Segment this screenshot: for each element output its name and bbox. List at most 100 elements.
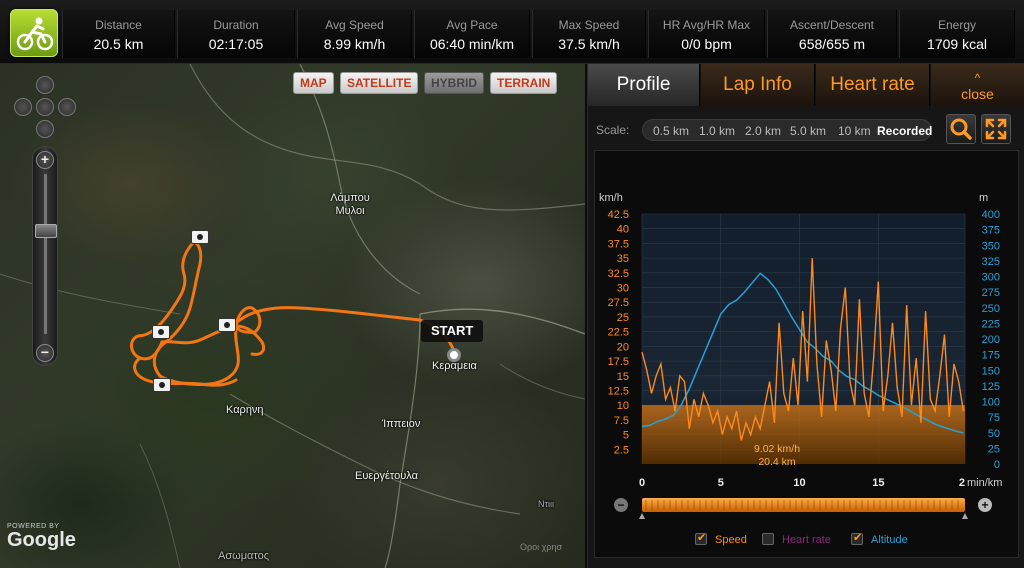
pan-up-icon[interactable]: [36, 76, 54, 94]
map-type-map-button[interactable]: MAP: [293, 72, 334, 94]
stat-distance: Distance 20.5 km: [62, 10, 175, 58]
stat-label: Ascent/Descent: [789, 18, 875, 32]
range-slider[interactable]: [642, 498, 965, 512]
map-type-terrain-button[interactable]: TERRAIN: [490, 72, 558, 94]
stat-value: 02:17:05: [208, 36, 264, 52]
checkbox-altitude[interactable]: [851, 531, 863, 545]
y-tick-label-left: 22.5: [608, 327, 629, 339]
cycling-icon[interactable]: [10, 9, 58, 57]
checkbox-heart-rate[interactable]: [762, 533, 774, 545]
y-tick-label-left: 40: [617, 224, 629, 236]
zoom-rail[interactable]: [44, 174, 47, 334]
zoom-thumb[interactable]: [35, 224, 57, 238]
y-tick-label-right: 225: [982, 318, 1000, 330]
left-axis-unit: km/h: [599, 192, 623, 204]
place-label: Ευεργέτουλα: [355, 470, 418, 482]
y-tick-label-right: 275: [982, 287, 1000, 299]
y-tick-label-right: 350: [982, 240, 1000, 252]
y-tick-label-left: 32.5: [608, 268, 629, 280]
fullscreen-button[interactable]: [981, 114, 1011, 144]
stat-heart-rate: HR Avg/HR Max 0/0 bpm: [648, 10, 765, 58]
y-tick-label-left: 25: [617, 312, 629, 324]
pan-right-icon[interactable]: [58, 98, 76, 116]
stat-value: 8.99 km/h: [323, 36, 386, 52]
profile-chart[interactable]: km/h m 42.5 40 37.5 35 32.5 30 27.5 25 22.5 20 17.…: [594, 150, 1019, 558]
right-axis-unit: m: [979, 192, 988, 204]
y-tick-label-left: 15: [617, 371, 629, 383]
y-tick-label-right: 125: [982, 381, 1000, 393]
legend-heart-rate[interactable]: Heart rate: [762, 533, 831, 546]
y-tick-label-left: 10: [617, 400, 629, 412]
place-label: Ίππειον: [382, 418, 421, 430]
stat-ascent-descent: Ascent/Descent 658/655 m: [767, 10, 897, 58]
x-tick-label: 2: [959, 477, 965, 489]
scale-option-0-5km[interactable]: 0.5 km: [653, 124, 689, 138]
place-label: Καρηνη: [226, 404, 264, 416]
stat-label: Duration: [213, 18, 259, 32]
scale-option-recorded[interactable]: Recorded: [877, 124, 932, 138]
panel-tabs: Profile Lap Info Heart rate ^ close: [588, 64, 1024, 106]
tab-lap-info[interactable]: Lap Info: [701, 64, 815, 106]
map-terms-link[interactable]: Οροι χρησ: [520, 542, 562, 552]
start-marker-icon[interactable]: [447, 348, 461, 362]
photo-marker-icon[interactable]: [218, 318, 236, 332]
y-tick-label-left: 37.5: [608, 238, 629, 250]
scale-option-2km[interactable]: 2.0 km: [745, 124, 781, 138]
stat-label: Distance: [95, 18, 142, 32]
y-tick-label-left: 2.5: [614, 444, 629, 456]
checkbox-speed[interactable]: [695, 531, 707, 545]
close-label: close: [961, 86, 994, 102]
pan-down-icon[interactable]: [36, 120, 54, 138]
photo-marker-icon[interactable]: [153, 378, 171, 392]
stat-value: 37.5 km/h: [558, 36, 620, 52]
photo-marker-icon[interactable]: [191, 230, 209, 244]
scale-option-5km[interactable]: 5.0 km: [790, 124, 826, 138]
stat-value: 06:40 min/km: [429, 36, 515, 52]
minus-glyph: −: [617, 498, 624, 512]
y-tick-label-right: 175: [982, 350, 1000, 362]
scale-option-10km[interactable]: 10 km: [838, 124, 871, 138]
y-tick-label-right: 50: [988, 428, 1000, 440]
y-tick-label-right: 0: [994, 459, 1000, 471]
map-type-hybrid-button[interactable]: HYBRID: [424, 72, 485, 94]
expand-icon: [985, 118, 1007, 140]
legend-altitude[interactable]: Altitude: [851, 531, 908, 546]
pan-left-icon[interactable]: [14, 98, 32, 116]
photo-marker-icon[interactable]: [152, 325, 170, 339]
stat-value: 1709 kcal: [927, 36, 987, 52]
profile-panel: Profile Lap Info Heart rate ^ close Scal…: [587, 64, 1024, 568]
scale-option-1km[interactable]: 1.0 km: [699, 124, 735, 138]
stats-bar: Distance 20.5 km Duration 02:17:05 Avg S…: [0, 0, 1024, 64]
y-tick-label-right: 25: [988, 443, 1000, 455]
y-tick-label-right: 325: [982, 256, 1000, 268]
y-tick-label-right: 300: [982, 272, 1000, 284]
range-end-handle[interactable]: [962, 513, 968, 519]
google-wordmark: Google: [7, 529, 76, 551]
map-type-satellite-button[interactable]: SATELLITE: [340, 72, 419, 94]
stat-value: 0/0 bpm: [681, 36, 732, 52]
y-tick-label-right: 375: [982, 225, 1000, 237]
cursor-speed-readout: 9.02 km/h: [754, 443, 800, 455]
scale-options: 0.5 km 1.0 km 2.0 km 5.0 km 10 km Record…: [642, 119, 932, 141]
tab-heart-rate[interactable]: Heart rate: [816, 64, 930, 106]
legend-speed[interactable]: Speed: [695, 531, 747, 546]
y-tick-label-right: 75: [988, 412, 1000, 424]
zoom-in-icon[interactable]: +: [36, 151, 54, 169]
route-map[interactable]: MAP SATELLITE HYBRID TERRAIN Λάμπου Μυλο…: [0, 64, 585, 568]
y-tick-label-left: 27.5: [608, 297, 629, 309]
zoom-search-button[interactable]: [946, 114, 976, 144]
stat-value: 658/655 m: [798, 36, 866, 52]
zoom-out-icon[interactable]: −: [36, 344, 54, 362]
place-label: Ασωματος: [218, 550, 270, 562]
cursor-distance-readout: 20.4 km: [758, 456, 796, 468]
legend-label: Altitude: [871, 534, 908, 546]
y-tick-label-right: 200: [982, 334, 1000, 346]
place-label: Ντιιι: [538, 499, 555, 509]
range-start-handle[interactable]: [639, 513, 645, 519]
close-button[interactable]: ^ close: [931, 64, 1024, 106]
plus-glyph: +: [981, 498, 988, 512]
tab-profile[interactable]: Profile: [588, 64, 700, 106]
x-tick-label: 15: [872, 477, 884, 489]
pan-center-icon[interactable]: [36, 98, 54, 116]
x-tick-label: 10: [793, 477, 805, 489]
